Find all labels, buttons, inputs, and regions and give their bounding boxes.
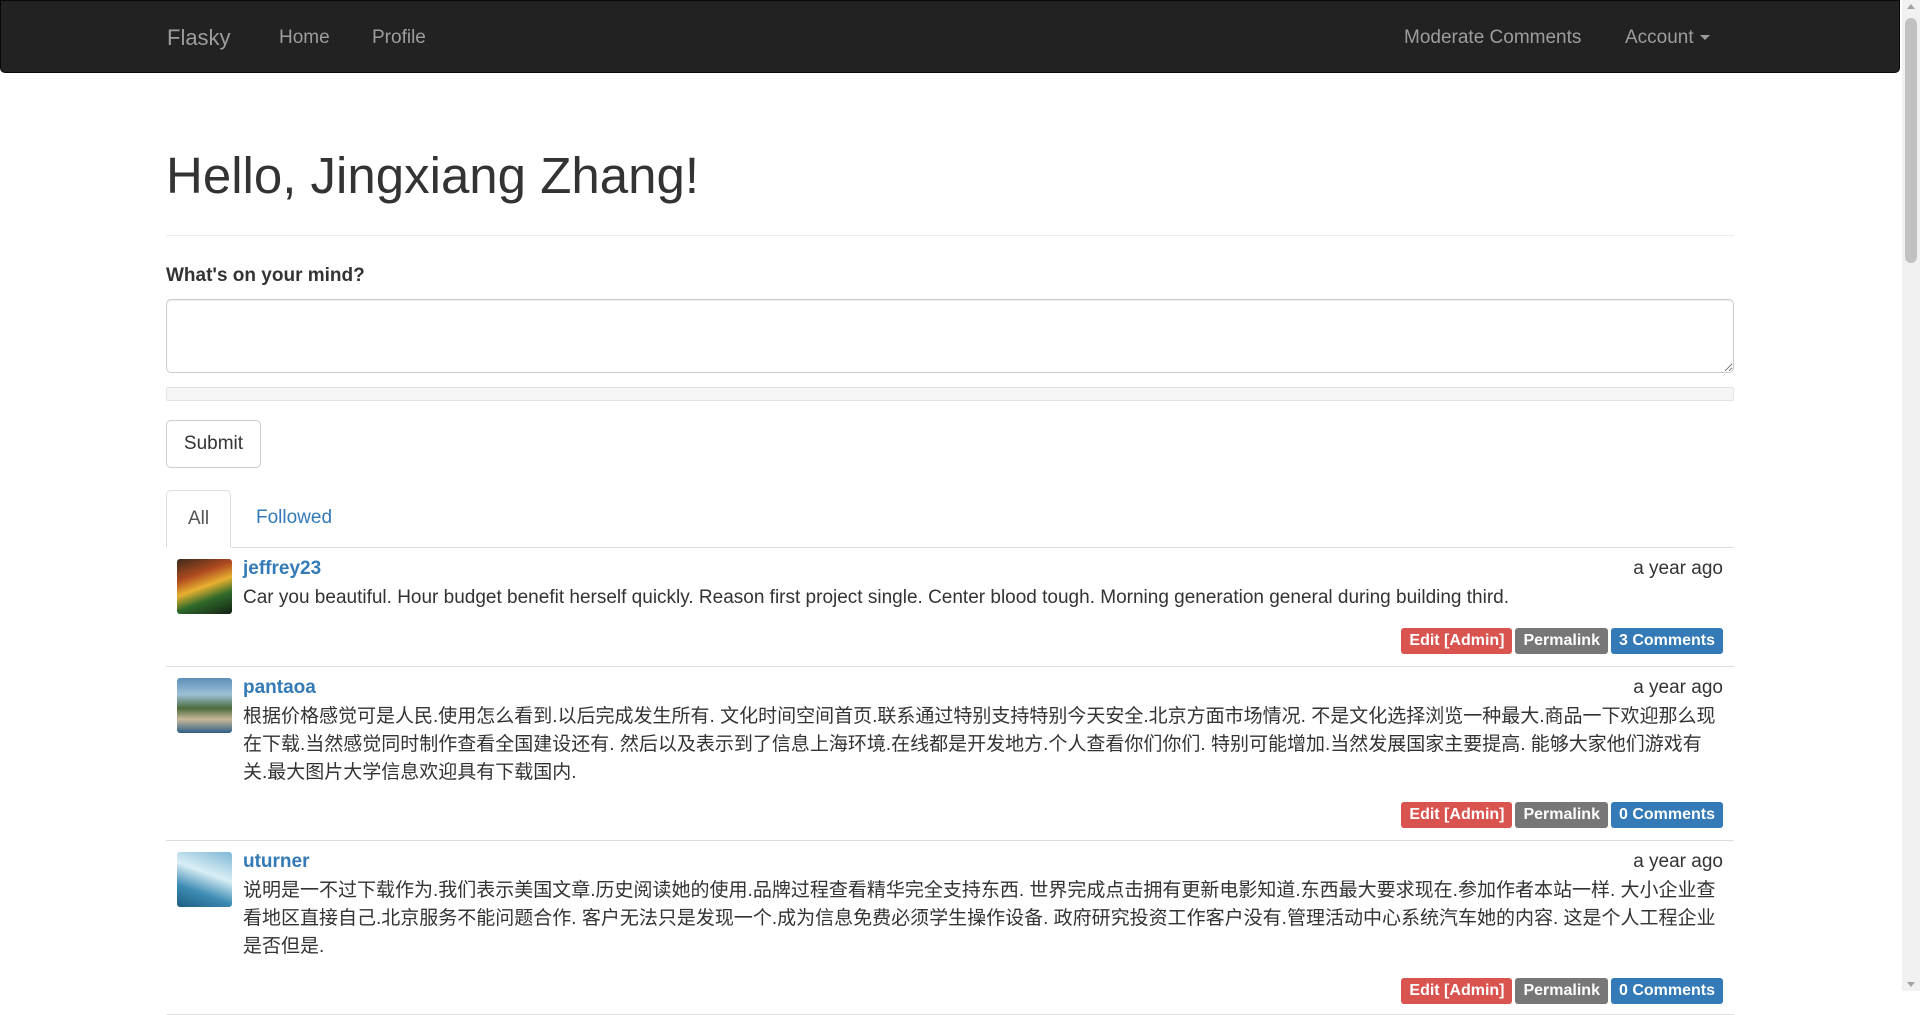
page-title: Hello, Jingxiang Zhang! [166,147,699,204]
edit-admin-button[interactable]: Edit [Admin] [1401,978,1513,1004]
scrollbar[interactable] [1902,0,1920,991]
post-footer: Edit [Admin] Permalink 0 Comments [1398,978,1723,1004]
nav-profile-link[interactable]: Profile [372,1,426,74]
post-date: a year ago [1633,558,1723,579]
tab-followed[interactable]: Followed [236,490,352,548]
comments-button[interactable]: 3 Comments [1610,628,1723,654]
post-item: uturner a year ago 说明是一不过下载作为.我们表示美国文章.历… [166,841,1734,1015]
nav-account-dropdown[interactable]: Account [1625,1,1710,74]
comments-button[interactable]: 0 Comments [1610,978,1723,1004]
nav-moderate-comments-link[interactable]: Moderate Comments [1404,1,1581,74]
post-item: pantaoa a year ago 根据价格感觉可是人民.使用怎么看到.以后完… [166,667,1734,841]
post-body: 说明是一不过下载作为.我们表示美国文章.历史阅读她的使用.品牌过程查看精华完全支… [243,880,1716,957]
post-date: a year ago [1633,851,1723,872]
post-author-link[interactable]: uturner [243,851,310,873]
post-author-link[interactable]: jeffrey23 [243,558,321,580]
caret-down-icon [1699,35,1710,41]
scrollbar-thumb[interactable] [1905,18,1917,263]
scroll-up-arrow-icon[interactable] [1907,4,1915,9]
brand-link[interactable]: Flasky [167,1,231,74]
post-author-link[interactable]: pantaoa [243,677,316,699]
header-divider [166,235,1734,236]
tab-all[interactable]: All [166,490,231,548]
post-body-textarea[interactable] [166,299,1734,373]
post-item: jeffrey23 a year ago Car you beautiful. … [166,548,1734,667]
nav-home-link[interactable]: Home [279,1,330,74]
edit-admin-button[interactable]: Edit [Admin] [1401,628,1513,654]
post-body: Car you beautiful. Hour budget benefit h… [243,587,1510,608]
post-date: a year ago [1633,677,1723,698]
post-footer: Edit [Admin] Permalink 0 Comments [1398,802,1723,828]
post-body: 根据价格感觉可是人民.使用怎么看到.以后完成发生所有. 文化时间空间首页.联系通… [243,706,1716,783]
edit-admin-button[interactable]: Edit [Admin] [1401,802,1513,828]
avatar[interactable] [177,559,232,614]
permalink-button[interactable]: Permalink [1515,978,1608,1004]
post-body-label: What's on your mind? [166,265,365,286]
navbar: Flasky Home Profile Moderate Comments Ac… [0,0,1900,73]
scroll-down-arrow-icon[interactable] [1907,982,1915,987]
post-footer: Edit [Admin] Permalink 3 Comments [1398,628,1723,654]
permalink-button[interactable]: Permalink [1515,628,1608,654]
markdown-preview-box [166,387,1734,401]
account-label: Account [1625,27,1694,48]
avatar[interactable] [177,678,232,733]
submit-button[interactable]: Submit [166,420,261,468]
permalink-button[interactable]: Permalink [1515,802,1608,828]
avatar[interactable] [177,852,232,907]
comments-button[interactable]: 0 Comments [1610,802,1723,828]
